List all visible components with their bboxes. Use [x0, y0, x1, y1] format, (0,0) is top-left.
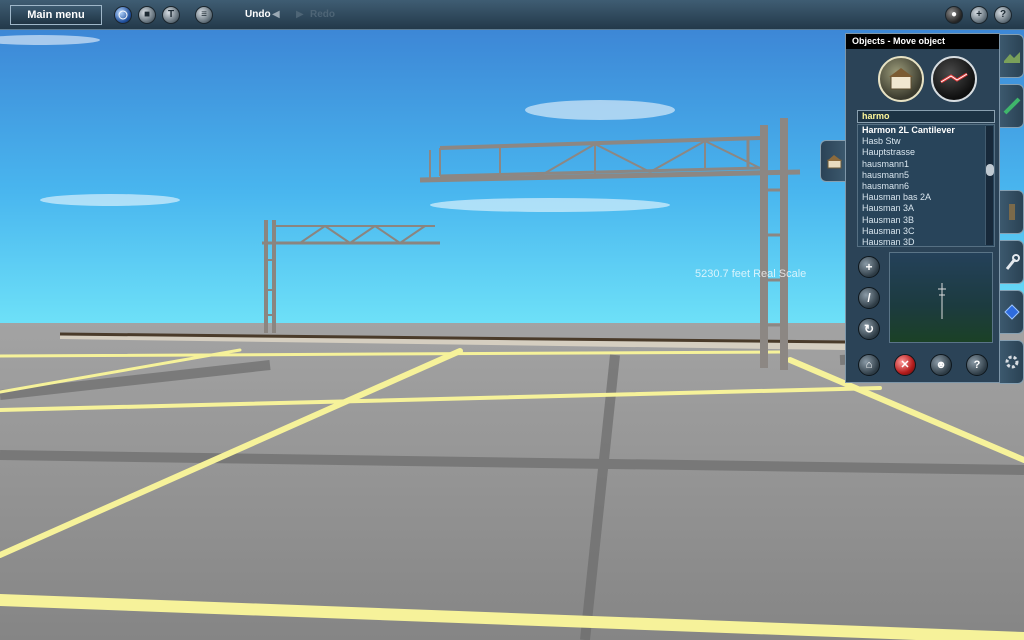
home-icon[interactable]: ⌂: [858, 354, 880, 376]
rotate-icon[interactable]: ↻: [858, 318, 880, 340]
move-mode-button[interactable]: [931, 56, 977, 102]
tool-icon[interactable]: T: [162, 6, 180, 24]
object-tab[interactable]: [820, 140, 846, 182]
plus-icon[interactable]: +: [858, 256, 880, 278]
list-item[interactable]: hausmann5: [858, 170, 994, 181]
view-icon[interactable]: ●: [945, 6, 963, 24]
house-icon: [827, 155, 842, 169]
wrench-icon: [1005, 254, 1020, 270]
terrain-icon: [1004, 52, 1020, 63]
track-icon: [1003, 97, 1021, 115]
rail-tab[interactable]: [1000, 190, 1024, 234]
list-item[interactable]: Hauptstrasse: [858, 147, 994, 158]
top-toolbar: Main menu ■ T ≡ Undo ◀ ▶ Redo ● + ?: [0, 0, 1024, 30]
list-item[interactable]: Hasb Stw: [858, 136, 994, 147]
object-search-input[interactable]: harmo: [857, 110, 995, 123]
delete-icon[interactable]: ✕: [894, 354, 916, 376]
stop-icon[interactable]: ■: [138, 6, 156, 24]
undo-arrow-icon[interactable]: ◀: [272, 9, 280, 20]
list-item[interactable]: hausmann6: [858, 181, 994, 192]
redo-arrow-icon[interactable]: ▶: [296, 9, 304, 20]
object-list[interactable]: Harmon 2L Cantilever Hasb Stw Hauptstras…: [857, 124, 995, 247]
rail-icon: [1009, 204, 1015, 220]
list-item[interactable]: Hausman 3A: [858, 203, 994, 214]
wrench-icon[interactable]: /: [858, 287, 880, 309]
list-item[interactable]: hausmann1: [858, 159, 994, 170]
objects-panel: Objects - Move object harmo Harmon 2L Ca…: [845, 33, 1000, 383]
add-icon[interactable]: +: [970, 6, 988, 24]
list-item[interactable]: Hausman 3D: [858, 237, 994, 246]
redo-button[interactable]: Redo: [310, 9, 335, 20]
layers-icon[interactable]: ≡: [195, 6, 213, 24]
scrollbar-thumb[interactable]: [986, 164, 994, 176]
panel-title: Objects - Move object: [846, 34, 999, 49]
building-icon: [889, 68, 913, 90]
help-icon[interactable]: ?: [966, 354, 988, 376]
scale-readout: 5230.7 feet Real Scale: [695, 268, 807, 280]
list-item[interactable]: Harmon 2L Cantilever: [858, 125, 994, 136]
terrain-tab[interactable]: [1000, 34, 1024, 78]
list-item[interactable]: Hausman 3C: [858, 226, 994, 237]
object-mode-button[interactable]: [878, 56, 924, 102]
main-menu-button[interactable]: Main menu: [10, 5, 102, 25]
list-item[interactable]: Hausman bas 2A: [858, 192, 994, 203]
globe-icon[interactable]: [114, 6, 132, 24]
list-item[interactable]: Hausman 3B: [858, 215, 994, 226]
gear-icon: [1005, 355, 1019, 369]
list-scrollbar[interactable]: [985, 126, 994, 245]
move-arrows-icon: [940, 72, 968, 84]
help-icon[interactable]: ?: [994, 6, 1012, 24]
undo-button[interactable]: Undo: [245, 9, 271, 20]
preview-model: [938, 283, 946, 319]
person-icon[interactable]: ☻: [930, 354, 952, 376]
object-preview: [889, 252, 993, 343]
settings-tab[interactable]: [1000, 340, 1024, 384]
tools-tab[interactable]: [1000, 240, 1024, 284]
gem-icon: [1004, 304, 1020, 320]
gem-tab[interactable]: [1000, 290, 1024, 334]
track-tab[interactable]: [1000, 84, 1024, 128]
